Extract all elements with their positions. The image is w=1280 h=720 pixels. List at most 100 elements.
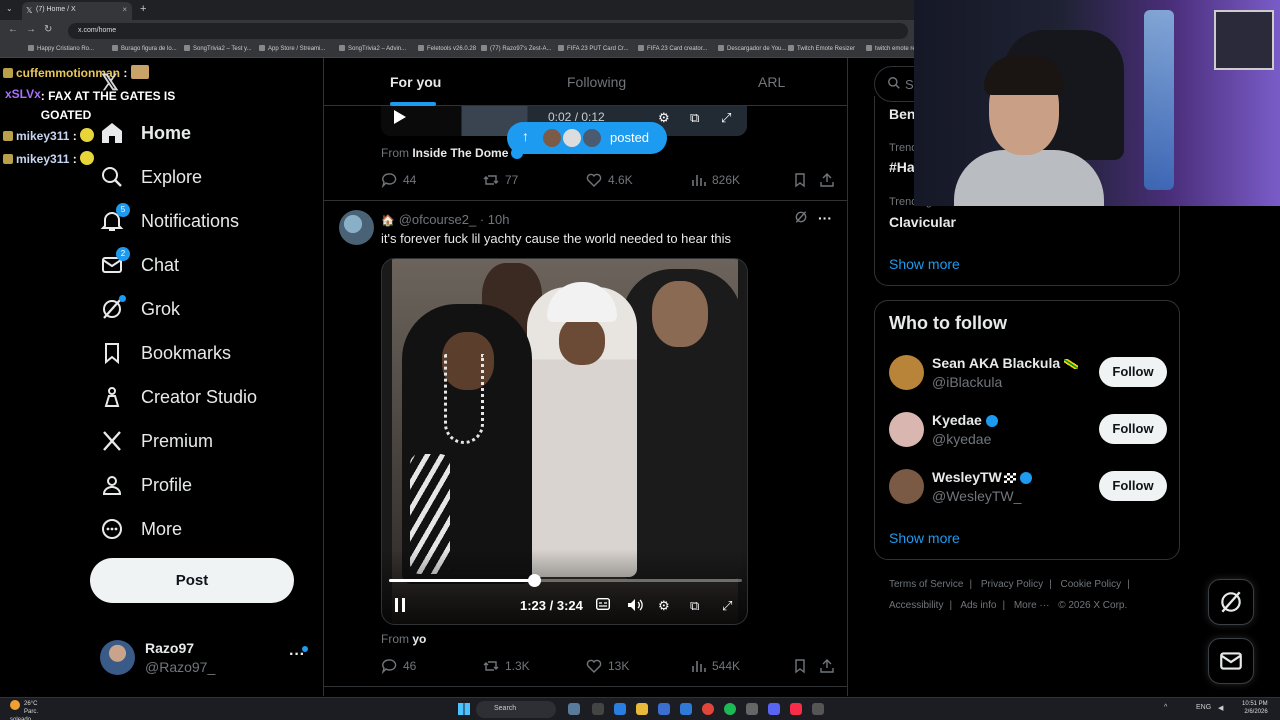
bookmark-item[interactable]: FIFA 23 Card creator... bbox=[638, 45, 707, 52]
windows-start-icon[interactable] bbox=[458, 703, 470, 715]
bookmark-item[interactable]: (77) Razo97's Zest-A... bbox=[481, 45, 552, 52]
reply-button[interactable]: 46 bbox=[381, 658, 416, 674]
bookmark-item[interactable]: twitch emote re... bbox=[866, 45, 921, 52]
source-name[interactable]: Inside The Dome bbox=[412, 146, 508, 160]
like-button[interactable]: 13K bbox=[586, 658, 629, 674]
views-button[interactable]: 544K bbox=[690, 658, 740, 674]
new-tab-icon[interactable]: + bbox=[140, 3, 146, 15]
settings-gear-icon[interactable]: ⚙ bbox=[658, 598, 670, 614]
sidebar-item-notifications[interactable]: 5 Notifications bbox=[100, 203, 239, 237]
share-button[interactable] bbox=[819, 172, 841, 188]
sidebar-item-creator-studio[interactable]: Creator Studio bbox=[100, 381, 257, 413]
trend-title[interactable]: Clavicular bbox=[889, 214, 956, 230]
task-view-icon[interactable] bbox=[592, 703, 604, 715]
messages-fab-button[interactable] bbox=[1208, 638, 1254, 684]
suggested-user[interactable]: Sean AKA Blackula @iBlackula Follow bbox=[889, 353, 1169, 393]
post-button[interactable]: Post bbox=[90, 558, 294, 603]
sidebar-item-profile[interactable]: Profile bbox=[100, 469, 192, 501]
privacy-link[interactable]: Privacy Policy bbox=[981, 579, 1043, 590]
reply-button[interactable]: 44 bbox=[381, 172, 416, 188]
more-link[interactable]: More ··· bbox=[1014, 600, 1050, 611]
cookie-link[interactable]: Cookie Policy bbox=[1061, 579, 1122, 590]
music-app-icon[interactable] bbox=[790, 703, 802, 715]
weather-widget[interactable]: 26°C Parc. soleado bbox=[10, 700, 47, 720]
spotify-icon[interactable] bbox=[724, 703, 736, 715]
edge-icon[interactable] bbox=[614, 703, 626, 715]
taskbar-app-icon[interactable] bbox=[812, 703, 824, 715]
bookmark-item[interactable]: SongTrivia2 – Test y... bbox=[184, 45, 252, 52]
follow-button[interactable]: Follow bbox=[1099, 357, 1167, 387]
volume-icon[interactable] bbox=[627, 598, 643, 615]
views-button[interactable]: 826K bbox=[690, 172, 740, 188]
sidebar-item-chat[interactable]: 2 Chat bbox=[100, 247, 179, 281]
captions-icon[interactable] bbox=[595, 597, 611, 613]
sidebar-item-premium[interactable]: Premium bbox=[100, 425, 213, 457]
suggested-user[interactable]: Kyedae @kyedae Follow bbox=[889, 410, 1169, 450]
settings-gear-icon[interactable]: ⚙ bbox=[658, 110, 670, 126]
pip-icon[interactable]: ⧉ bbox=[690, 110, 699, 126]
pause-icon[interactable] bbox=[394, 598, 406, 615]
account-switcher[interactable]: Razo97 @Razo97_ ··· bbox=[100, 636, 310, 680]
bookmark-item[interactable]: Twitch Emote Resizer bbox=[788, 45, 855, 52]
mail-app-icon[interactable] bbox=[680, 703, 692, 715]
video-progress-bar[interactable] bbox=[389, 574, 742, 587]
repost-button[interactable]: 1.3K bbox=[483, 658, 530, 674]
show-more-link[interactable]: Show more bbox=[889, 256, 960, 272]
trend-title[interactable]: #Ha bbox=[889, 159, 915, 175]
browser-tab[interactable]: 𝕏 (7) Home / X × bbox=[22, 2, 132, 20]
accessibility-link[interactable]: Accessibility bbox=[889, 600, 943, 611]
reload-icon[interactable]: ↻ bbox=[44, 24, 52, 35]
show-more-link[interactable]: Show more bbox=[889, 530, 960, 546]
terms-link[interactable]: Terms of Service bbox=[889, 579, 963, 590]
post-time[interactable]: 10h bbox=[488, 212, 510, 227]
pip-icon[interactable]: ⧉ bbox=[690, 598, 699, 614]
bookmark-item[interactable]: Feletools v26.0.28 bbox=[418, 45, 476, 52]
repost-button[interactable]: 77 bbox=[483, 172, 518, 188]
bookmark-item[interactable]: SongTrivia2 – Advin... bbox=[339, 45, 406, 52]
bookmark-item[interactable]: FIFA 23 PUT Card Cr... bbox=[558, 45, 629, 52]
like-button[interactable]: 4.6K bbox=[586, 172, 633, 188]
fullscreen-icon[interactable]: ⤢ bbox=[722, 598, 732, 614]
sidebar-item-explore[interactable]: Explore bbox=[100, 161, 202, 193]
file-explorer-icon[interactable] bbox=[636, 703, 648, 715]
bookmark-item[interactable]: Descargador de You... bbox=[718, 45, 786, 52]
post-handle[interactable]: @ofcourse2_ bbox=[399, 212, 477, 227]
store-icon[interactable] bbox=[658, 703, 670, 715]
sidebar-item-grok[interactable]: Grok bbox=[100, 293, 180, 325]
bookmark-item[interactable]: Burago figura de lo... bbox=[112, 45, 177, 52]
url-field[interactable]: x.com/home bbox=[68, 23, 908, 39]
x-logo-icon[interactable]: 𝕏 bbox=[101, 70, 119, 96]
post-video[interactable]: 1:23 / 3:24 ⚙ ⧉ ⤢ bbox=[381, 258, 748, 625]
grok-fab-button[interactable] bbox=[1208, 579, 1254, 625]
bookmark-item[interactable]: Happy Cristiano Ro... bbox=[28, 45, 94, 52]
grok-icon[interactable] bbox=[794, 210, 808, 227]
forward-icon[interactable]: → bbox=[26, 24, 36, 35]
taskbar-search[interactable]: Search bbox=[476, 701, 556, 718]
tab-for-you[interactable]: For you bbox=[390, 74, 441, 90]
obs-icon[interactable] bbox=[746, 703, 758, 715]
discord-icon[interactable] bbox=[768, 703, 780, 715]
sidebar-item-bookmarks[interactable]: Bookmarks bbox=[100, 337, 231, 369]
post-more-icon[interactable]: ··· bbox=[818, 210, 832, 226]
suggested-user[interactable]: WesleyTW @WesleyTW_ Follow bbox=[889, 467, 1169, 507]
volume-tray-icon[interactable]: ◀ bbox=[1218, 704, 1223, 712]
share-button[interactable] bbox=[819, 658, 841, 674]
tab-arl[interactable]: ARL bbox=[758, 74, 785, 90]
follow-button[interactable]: Follow bbox=[1099, 414, 1167, 444]
new-posts-pill[interactable]: ↑ posted bbox=[507, 122, 667, 154]
bookmark-button[interactable] bbox=[792, 658, 814, 674]
sidebar-item-home[interactable]: Home bbox=[100, 117, 191, 149]
back-icon[interactable]: ← bbox=[8, 24, 18, 35]
trend-title[interactable]: Ben bbox=[889, 106, 915, 122]
system-clock[interactable]: 10:51 PM 2/6/2026 bbox=[1242, 700, 1268, 716]
avatar[interactable] bbox=[339, 210, 374, 245]
sidebar-item-more[interactable]: More bbox=[100, 513, 182, 545]
taskbar-app-icon[interactable] bbox=[568, 703, 580, 715]
tab-close-icon[interactable]: × bbox=[122, 5, 127, 14]
video-scrubber-handle[interactable] bbox=[527, 574, 541, 587]
tab-search-icon[interactable]: ⌄ bbox=[6, 4, 13, 13]
fullscreen-icon[interactable]: ⤢ bbox=[721, 110, 731, 126]
follow-button[interactable]: Follow bbox=[1099, 471, 1167, 501]
language-indicator[interactable]: ENG bbox=[1196, 704, 1211, 711]
bookmark-button[interactable] bbox=[792, 172, 814, 188]
